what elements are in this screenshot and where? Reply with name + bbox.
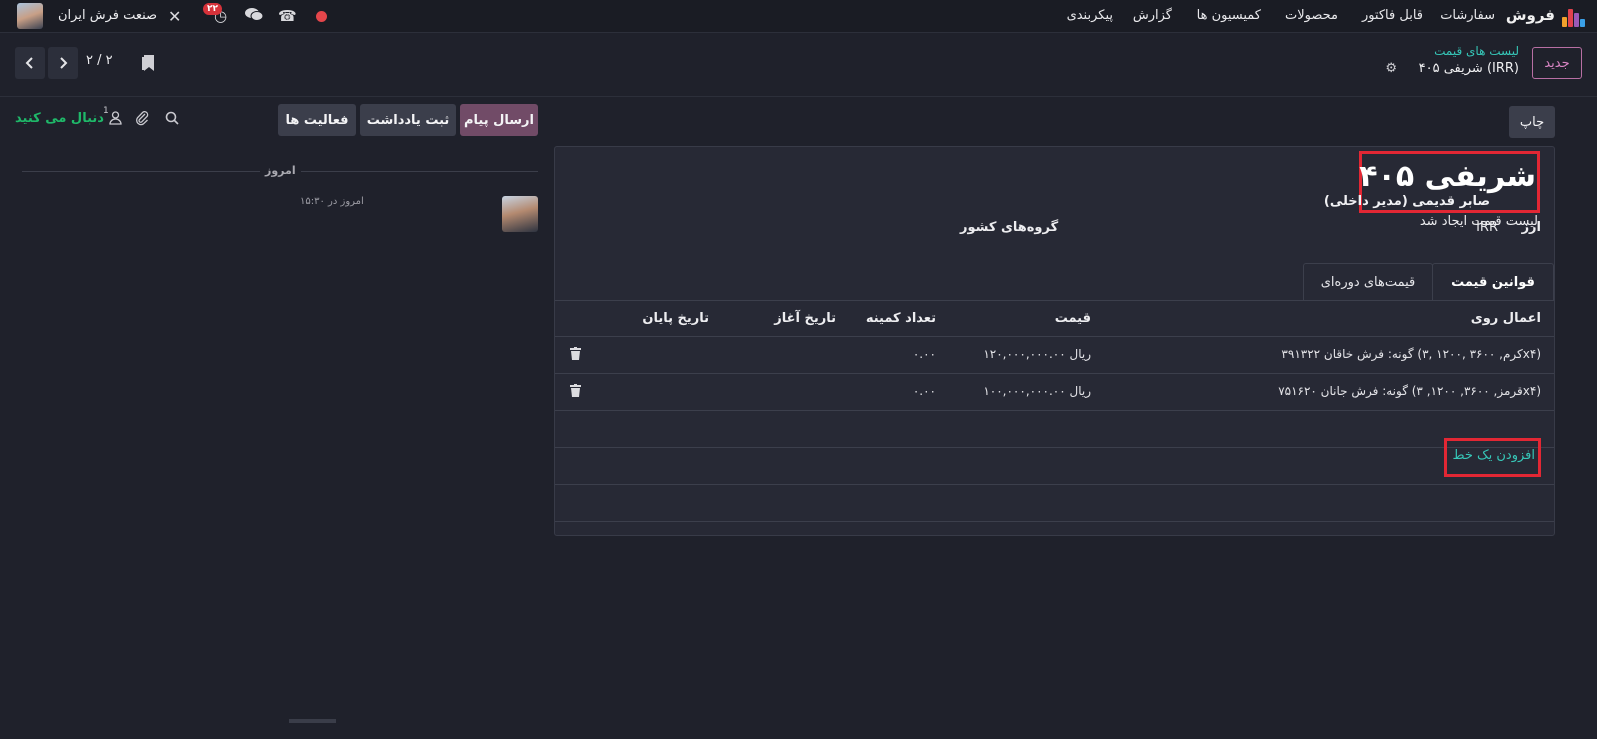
message-time: امروز در ۱۵:۳۰ (300, 196, 364, 207)
new-button[interactable]: جدید (1532, 47, 1582, 79)
cell-min-qty: ۰.۰۰ (912, 384, 936, 398)
trash-icon[interactable] (570, 347, 581, 364)
apps-icon[interactable] (1560, 5, 1585, 29)
cell-price: ۱۲۰,۰۰۰,۰۰۰.۰۰ ریال (983, 347, 1091, 361)
tab-price-rules[interactable]: قوانین قیمت (1432, 263, 1554, 301)
gear-icon[interactable]: ⚙ (1385, 61, 1397, 76)
cell-min-qty: ۰.۰۰ (912, 347, 936, 361)
control-panel: جدید لیست های قیمت شریفی ۴۰۵ (IRR) ⚙ ۲ /… (0, 33, 1597, 97)
log-note-button[interactable]: ثبت یادداشت (360, 104, 456, 136)
tools-icon[interactable]: ✕ (168, 7, 181, 26)
table-row[interactable]: گونه: فرش خاقان ۳۹۱۳۲۲ (کرم, ۳۶۰۰ ,۱۲۰۰ … (555, 337, 1554, 374)
menu-products[interactable]: محصولات (1285, 8, 1338, 23)
pager-prev-button[interactable] (15, 47, 45, 79)
cell-price: ۱۰۰,۰۰۰,۰۰۰.۰۰ ریال (983, 384, 1091, 398)
date-divider-label: امروز (260, 164, 301, 177)
col-end-date[interactable]: تاریخ پایان (642, 311, 709, 326)
breadcrumb-current: شریفی ۴۰۵ (IRR) (1418, 61, 1519, 76)
cell-apply-on: گونه: فرش خاقان ۳۹۱۳۲۲ (کرم, ۳۶۰۰ ,۱۲۰۰ … (1281, 347, 1541, 361)
activities-button[interactable]: فعالیت ها (278, 104, 356, 136)
top-navbar: فروش سفارشات قابل فاکتور محصولات کمیسیون… (0, 0, 1597, 33)
user-avatar[interactable] (17, 3, 43, 29)
col-min-qty[interactable]: تعداد کمینه (866, 311, 936, 326)
company-name[interactable]: صنعت فرش ایران (58, 8, 157, 23)
country-groups-label: گروه‌های کشور (960, 220, 1059, 235)
pager-next-button[interactable] (48, 47, 78, 79)
app-brand[interactable]: فروش (1506, 6, 1555, 24)
paperclip-icon[interactable] (135, 110, 149, 130)
table-row-empty (555, 448, 1554, 485)
follow-button[interactable]: دنبال می کنید (15, 111, 104, 126)
menu-configuration[interactable]: پیکربندی (1067, 8, 1113, 23)
message-author[interactable]: صابر قدیمی (مدیر داخلی) (1324, 194, 1490, 209)
record-dot-icon[interactable] (316, 11, 327, 22)
search-icon[interactable] (165, 111, 179, 129)
col-apply-on[interactable]: اعمال روی (1471, 311, 1541, 326)
add-line-link[interactable]: افزودن یک خط (1452, 448, 1535, 463)
scrollbar-thumb[interactable] (289, 719, 336, 723)
menu-orders[interactable]: سفارشات (1440, 8, 1495, 23)
menu-reporting[interactable]: گزارش (1133, 8, 1172, 23)
table-row[interactable]: گونه: فرش جانان ۷۵۱۶۲۰ (قرمز, ۳۶۰۰, ۱۲۰۰… (555, 374, 1554, 411)
phone-icon[interactable]: ☎ (278, 7, 297, 25)
send-message-button[interactable]: ارسال پیام (460, 104, 538, 136)
table-header: اعمال روی قیمت تعداد کمینه تاریخ آغاز تا… (555, 301, 1554, 337)
pricelist-name[interactable]: شریفی ۴۰۵ (1359, 159, 1536, 194)
cell-apply-on: گونه: فرش جانان ۷۵۱۶۲۰ (قرمز, ۳۶۰۰, ۱۲۰۰… (1278, 384, 1541, 398)
col-price[interactable]: قیمت (1055, 311, 1091, 326)
col-start-date[interactable]: تاریخ آغاز (774, 311, 836, 326)
activity-badge: ۲۲ (203, 3, 222, 15)
table-row-add (555, 411, 1554, 448)
breadcrumb-pricelists-link[interactable]: لیست های قیمت (1434, 44, 1519, 58)
followers-icon[interactable] (109, 111, 122, 129)
pager-value[interactable]: ۲ / ۲ (86, 53, 113, 68)
trash-icon[interactable] (570, 384, 581, 401)
chat-icon[interactable] (245, 7, 264, 26)
menu-commissions[interactable]: کمیسیون ها (1197, 8, 1261, 23)
menu-to-invoice[interactable]: قابل فاکتور (1362, 8, 1423, 23)
message-author-avatar[interactable] (502, 196, 538, 232)
table-row-empty (555, 485, 1554, 522)
message-body: لیست قیمت ایجاد شد (1419, 214, 1538, 229)
tab-time-based-prices[interactable]: قیمت‌های دوره‌ای (1303, 263, 1433, 301)
bookmark-icon[interactable] (142, 55, 154, 71)
print-button[interactable]: چاپ (1509, 106, 1555, 138)
